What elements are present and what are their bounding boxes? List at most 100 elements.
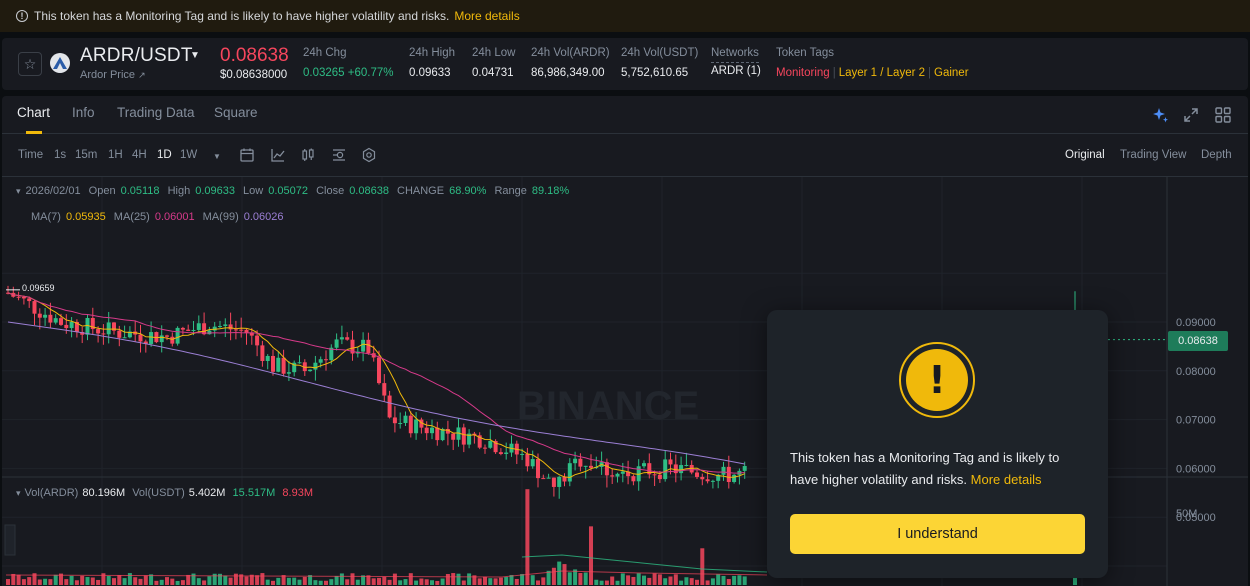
volume-collapse-icon[interactable]: ▾	[16, 488, 21, 498]
candle-body	[610, 475, 615, 477]
interval-1w[interactable]: 1W	[180, 149, 197, 161]
candle-body	[408, 415, 413, 434]
candle-body	[398, 423, 403, 425]
volume-bar	[732, 575, 737, 585]
interval-more-caret-icon[interactable]: ▼	[213, 152, 221, 161]
interval-1d[interactable]: 1D	[157, 149, 172, 161]
volume-bar	[403, 579, 408, 585]
volume-bar	[74, 580, 79, 585]
volume-bar	[541, 577, 546, 585]
tag-gainer[interactable]: Gainer	[934, 67, 969, 79]
volume-bar	[705, 580, 710, 585]
interval-1s[interactable]: 1s	[54, 149, 66, 161]
candle-body	[652, 474, 657, 476]
volume-bar	[536, 580, 540, 585]
candle-body	[255, 335, 260, 346]
volume-bar	[684, 577, 689, 585]
volume-bar	[43, 578, 48, 585]
volume-bar	[80, 575, 85, 585]
candle-body	[403, 415, 408, 424]
candle-body	[589, 465, 593, 468]
volume-bar	[377, 577, 381, 585]
last-price-usd: $0.08638000	[220, 69, 288, 81]
layout-grid-icon[interactable]	[1214, 106, 1232, 124]
view-depth[interactable]: Depth	[1201, 149, 1232, 161]
volume-bar	[483, 576, 487, 585]
volume-bar	[567, 572, 572, 585]
i-understand-button[interactable]: I understand	[790, 514, 1085, 554]
candle-body	[700, 476, 705, 480]
stat-networks[interactable]: Networks ARDR (1)	[711, 47, 761, 77]
view-original[interactable]: Original	[1065, 149, 1105, 161]
candle-type-icon[interactable]	[300, 147, 316, 163]
tab-square[interactable]: Square	[214, 105, 258, 120]
indicators-icon[interactable]	[270, 147, 286, 163]
coin-price-link[interactable]: Ardor Price ↗	[80, 69, 146, 81]
volume-bar	[196, 578, 201, 585]
warning-icon: !	[899, 342, 975, 418]
volume-bar	[435, 580, 440, 585]
candle-body	[138, 334, 143, 342]
view-trading-view[interactable]: Trading View	[1120, 149, 1186, 161]
gear-icon[interactable]	[361, 147, 377, 163]
candle-body	[435, 427, 440, 441]
volume-bar	[112, 578, 116, 585]
volume-bar	[700, 548, 705, 585]
panel-tabs: Chart Info Trading Data Square	[2, 96, 1248, 134]
candle-body	[101, 333, 106, 335]
ardr-coin-logo	[50, 53, 70, 73]
interval-1h[interactable]: 1H	[108, 149, 123, 161]
candle-body	[318, 359, 323, 363]
tag-monitoring[interactable]: Monitoring	[776, 67, 830, 79]
monitoring-warning-modal: ! This token has a Monitoring Tag and is…	[767, 310, 1108, 578]
volume-bar	[318, 580, 323, 585]
volume-bar	[626, 575, 631, 585]
volume-bar	[202, 580, 207, 585]
volume-bar	[721, 575, 726, 585]
calendar-icon[interactable]	[239, 147, 255, 163]
price-axis-tick: 0.08000	[1176, 366, 1216, 378]
volume-bar	[589, 526, 593, 585]
candle-body	[562, 476, 567, 482]
pair-symbol[interactable]: ARDR/USDT	[80, 45, 193, 67]
volume-bar	[90, 577, 95, 585]
favorite-star-icon[interactable]: ☆	[18, 52, 42, 76]
candle-body	[732, 474, 737, 483]
volume-bar	[244, 576, 249, 585]
candle-body	[21, 296, 26, 299]
volume-bar	[488, 578, 493, 585]
pair-dropdown-icon[interactable]: ▼	[190, 50, 200, 61]
volume-bar	[260, 573, 265, 585]
tag-layer[interactable]: Layer 1 / Layer 2	[839, 67, 925, 79]
interval-4h[interactable]: 4H	[132, 149, 147, 161]
tab-chart[interactable]: Chart	[17, 105, 50, 120]
collapse-icon[interactable]: ▾	[16, 186, 21, 196]
candle-body	[228, 324, 233, 330]
ai-sparkle-icon[interactable]	[1152, 106, 1170, 124]
modal-more-details-link[interactable]: More details	[971, 472, 1042, 487]
tab-trading-data[interactable]: Trading Data	[117, 105, 195, 120]
volume-legend: ▾ Vol(ARDR) 80.196M Vol(USDT) 5.402M 15.517…	[16, 487, 313, 499]
volume-bar	[355, 579, 360, 585]
volume-bar	[430, 580, 434, 585]
volume-axis-tick: 50M	[1176, 508, 1197, 520]
volume-bar	[392, 573, 397, 585]
chart-settings-icon[interactable]	[331, 147, 347, 163]
expand-icon[interactable]	[1182, 106, 1200, 124]
candle-body	[668, 459, 673, 465]
candle-body	[551, 477, 556, 487]
interval-time[interactable]: Time	[18, 149, 43, 161]
volume-bar	[615, 580, 620, 585]
interval-15m[interactable]: 15m	[75, 149, 97, 161]
volume-bar	[382, 576, 387, 585]
volume-bar	[271, 580, 275, 585]
volume-bar	[276, 577, 281, 585]
candle-body	[27, 298, 32, 302]
candle-body	[663, 459, 668, 480]
tab-info[interactable]: Info	[72, 105, 95, 120]
candle-body	[59, 318, 63, 325]
banner-more-details-link[interactable]: More details	[454, 9, 519, 23]
stat-24h-high: 24h High 0.09633	[409, 47, 456, 79]
stat-24h-vol-ardr: 24h Vol(ARDR) 86,986,349.00	[531, 47, 610, 79]
volume-bar	[286, 577, 291, 585]
